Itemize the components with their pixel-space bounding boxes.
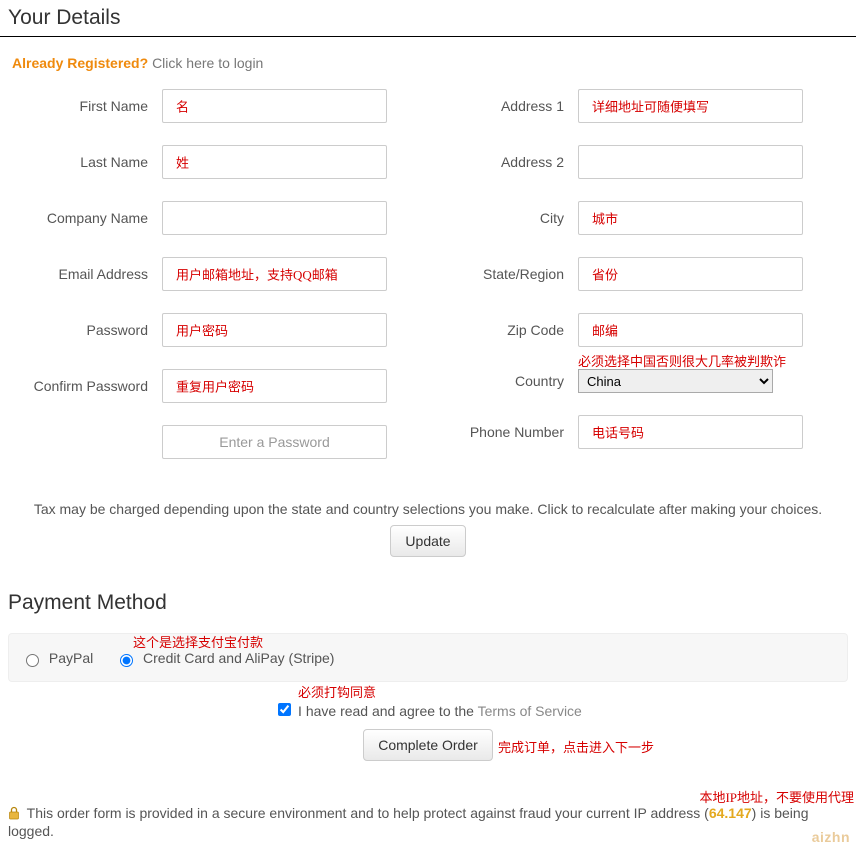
last-name-input[interactable]	[162, 145, 387, 179]
first-name-input[interactable]	[162, 89, 387, 123]
label-last-name: Last Name	[12, 154, 162, 170]
label-first-name: First Name	[12, 98, 162, 114]
ip-text-pre: This order form is provided in a secure …	[27, 805, 709, 821]
paypal-label: PayPal	[49, 650, 93, 666]
label-email: Email Address	[12, 266, 162, 282]
addr1-input[interactable]	[578, 89, 803, 123]
annot-tos: 必须打钩同意	[298, 682, 376, 701]
label-confirm: Confirm Password	[12, 378, 162, 394]
section-title-payment: Payment Method	[0, 585, 856, 621]
zip-input[interactable]	[578, 313, 803, 347]
label-city: City	[428, 210, 578, 226]
tos-row: 必须打钩同意 I have read and agree to the Term…	[0, 692, 856, 729]
watermark: aizhn	[812, 829, 850, 845]
label-addr1: Address 1	[428, 98, 578, 114]
stripe-option[interactable]: Credit Card and AliPay (Stripe)	[115, 650, 334, 666]
label-zip: Zip Code	[428, 322, 578, 338]
tos-checkbox[interactable]	[278, 703, 291, 716]
label-phone: Phone Number	[428, 424, 578, 440]
tos-text: I have read and agree to the	[298, 703, 478, 719]
section-title-details: Your Details	[0, 0, 856, 37]
label-country: Country	[428, 373, 578, 389]
login-line: Already Registered? Click here to login	[0, 49, 856, 89]
enter-password-input[interactable]	[162, 425, 387, 459]
login-link[interactable]: Click here to login	[152, 55, 263, 71]
company-input[interactable]	[162, 201, 387, 235]
confirm-password-input[interactable]	[162, 369, 387, 403]
already-registered-text: Already Registered?	[12, 55, 148, 71]
annot-country: 必须选择中国否则很大几率被判欺诈	[578, 351, 786, 370]
update-button[interactable]: Update	[390, 525, 465, 557]
city-input[interactable]	[578, 201, 803, 235]
ip-value: 64.147	[709, 805, 752, 821]
label-password: Password	[12, 322, 162, 338]
annot-ip: 本地IP地址，不要使用代理	[699, 787, 854, 806]
annot-complete: 完成订单，点击进入下一步	[498, 737, 654, 756]
email-input[interactable]	[162, 257, 387, 291]
complete-order-button[interactable]: Complete Order	[363, 729, 493, 761]
stripe-label: Credit Card and AliPay (Stripe)	[143, 650, 334, 666]
paypal-radio[interactable]	[26, 654, 39, 667]
lock-icon	[8, 806, 21, 823]
password-input[interactable]	[162, 313, 387, 347]
label-state: State/Region	[428, 266, 578, 282]
paypal-option[interactable]: PayPal	[21, 650, 97, 666]
payment-method-bar: 这个是选择支付宝付款 PayPal Credit Card and AliPay…	[8, 633, 848, 682]
tos-link[interactable]: Terms of Service	[478, 703, 582, 719]
state-input[interactable]	[578, 257, 803, 291]
addr2-input[interactable]	[578, 145, 803, 179]
label-company: Company Name	[12, 210, 162, 226]
phone-input[interactable]	[578, 415, 803, 449]
ip-note: 本地IP地址，不要使用代理 This order form is provide…	[0, 801, 856, 847]
tax-note: Tax may be charged depending upon the st…	[0, 481, 856, 525]
stripe-radio[interactable]	[120, 654, 133, 667]
label-addr2: Address 2	[428, 154, 578, 170]
annot-payment: 这个是选择支付宝付款	[133, 632, 263, 651]
country-select[interactable]: China	[578, 369, 773, 393]
